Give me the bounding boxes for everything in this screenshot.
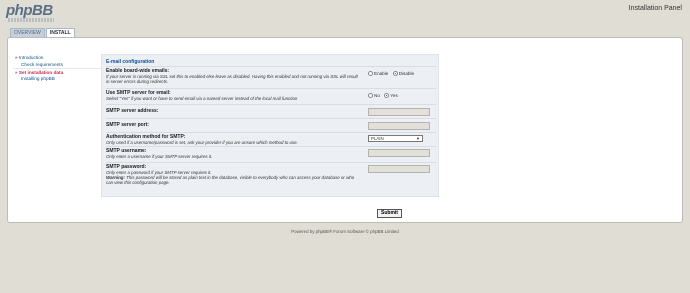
- radio-dot-icon: [368, 71, 373, 76]
- radio-enable[interactable]: Enable: [368, 71, 388, 76]
- sidebar-item-installing-phpbb[interactable]: Installing phpBB: [13, 75, 101, 82]
- smtp-port-input[interactable]: [368, 122, 430, 130]
- smtp-user-input[interactable]: [368, 149, 430, 157]
- chevron-down-icon: ▼: [416, 136, 420, 141]
- submit-button[interactable]: Submit: [377, 209, 402, 218]
- sidebar-item-introduction[interactable]: » Introduction: [13, 54, 101, 61]
- radio-disable[interactable]: Disable: [392, 71, 414, 76]
- tab-install[interactable]: INSTALL: [45, 28, 75, 37]
- sidebar-menu: » Introduction Check requirements » Set …: [13, 54, 101, 82]
- smtp-auth-explain: Only used if a username/password is set,…: [106, 140, 298, 145]
- board-email-radios: Enable Disable: [368, 71, 417, 78]
- smtp-pass-warning: Warning: This password will be stored as…: [106, 175, 361, 185]
- smtp-port-label: SMTP server port:: [106, 122, 149, 128]
- warning-text: This password will be stored as plain te…: [106, 175, 355, 186]
- smtp-pass-input[interactable]: [368, 165, 430, 173]
- smtp-enable-row: Use SMTP server for email: Select “Yes” …: [106, 88, 436, 104]
- sidebar-item-set-installation-data[interactable]: » Set installation data: [13, 68, 101, 75]
- arrow-icon: »: [15, 70, 18, 75]
- smtp-host-label: SMTP server address:: [106, 108, 159, 114]
- phpbb-logo[interactable]: phpBB: [6, 3, 53, 19]
- logo-tagline-graphic: [8, 18, 54, 22]
- smtp-pass-row: SMTP password: Only enter a password if …: [106, 162, 436, 188]
- smtp-auth-selected-value: PLAIN: [371, 136, 384, 141]
- radio-yes[interactable]: Yes: [384, 93, 398, 98]
- board-email-explain: If your server is running via SSL set th…: [106, 74, 358, 85]
- email-config-fieldset: E-mail configuration Enable board-wide e…: [101, 54, 439, 197]
- sidebar-item-label: Introduction: [18, 55, 44, 60]
- sidebar-item-check-requirements[interactable]: Check requirements: [13, 61, 101, 68]
- smtp-port-row: SMTP server port:: [106, 118, 436, 132]
- smtp-auth-row: Authentication method for SMTP: Only use…: [106, 132, 436, 146]
- arrow-icon: »: [15, 55, 18, 60]
- tab-overview[interactable]: OVERVIEW: [10, 28, 45, 37]
- header: phpBB Installation Panel: [0, 0, 690, 28]
- smtp-user-row: SMTP username: Only enter a username if …: [106, 146, 436, 162]
- fieldset-legend: E-mail configuration: [106, 59, 155, 65]
- radio-dot-selected-icon: [384, 93, 390, 98]
- radio-dot-icon: [368, 93, 373, 98]
- tab-bar: OVERVIEW INSTALL: [10, 28, 75, 37]
- footer-copyright: Powered by phpBB® Forum Software © phpBB…: [291, 229, 399, 234]
- smtp-auth-select[interactable]: PLAIN ▼: [368, 135, 423, 142]
- board-email-row: Enable board-wide emails: If your server…: [106, 66, 436, 88]
- smtp-user-explain: Only enter a username if your SMTP serve…: [106, 154, 213, 159]
- radio-no[interactable]: No: [368, 93, 380, 98]
- main-panel: » Introduction Check requirements » Set …: [7, 37, 683, 223]
- radio-dot-selected-icon: [392, 71, 398, 76]
- page-title: Installation Panel: [628, 5, 682, 12]
- smtp-host-input[interactable]: [368, 108, 430, 116]
- smtp-enable-radios: No Yes: [368, 93, 401, 100]
- smtp-host-row: SMTP server address:: [106, 104, 436, 118]
- smtp-enable-explain: Select “Yes” if you want or have to send…: [106, 96, 298, 101]
